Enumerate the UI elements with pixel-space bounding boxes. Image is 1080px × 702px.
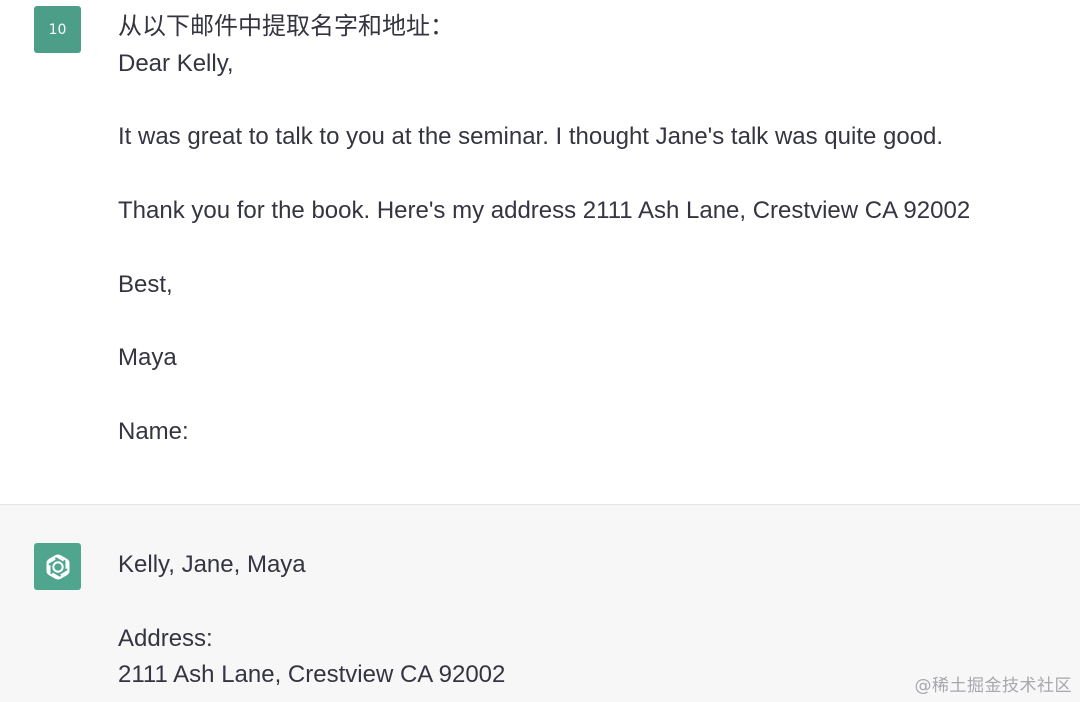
user-avatar-label: 10 xyxy=(48,21,67,38)
message-line: It was great to talk to you at the semin… xyxy=(118,123,944,151)
message-line: Maya xyxy=(118,344,177,372)
message-line: Address: xyxy=(118,624,213,652)
message-line: Kelly, Jane, Maya xyxy=(118,551,306,578)
message-line: Name: xyxy=(118,417,189,445)
user-avatar: 10 xyxy=(34,6,81,53)
conversation-thread: 10 从以下邮件中提取名字和地址： Dear Kelly, It was gre… xyxy=(0,0,1080,702)
openai-logo-icon xyxy=(45,553,70,580)
user-message-text: 从以下邮件中提取名字和地址： Dear Kelly, It was great … xyxy=(118,9,1060,451)
message-line: 从以下邮件中提取名字和地址： xyxy=(118,13,454,40)
message-line: Best, xyxy=(118,270,173,298)
user-message: 10 从以下邮件中提取名字和地址： Dear Kelly, It was gre… xyxy=(0,0,1080,504)
message-line: Dear Kelly, xyxy=(118,49,234,77)
message-line: Thank you for the book. Here's my addres… xyxy=(118,196,971,224)
assistant-avatar xyxy=(34,543,81,590)
watermark: @稀土掘金技术社区 xyxy=(914,676,1072,696)
